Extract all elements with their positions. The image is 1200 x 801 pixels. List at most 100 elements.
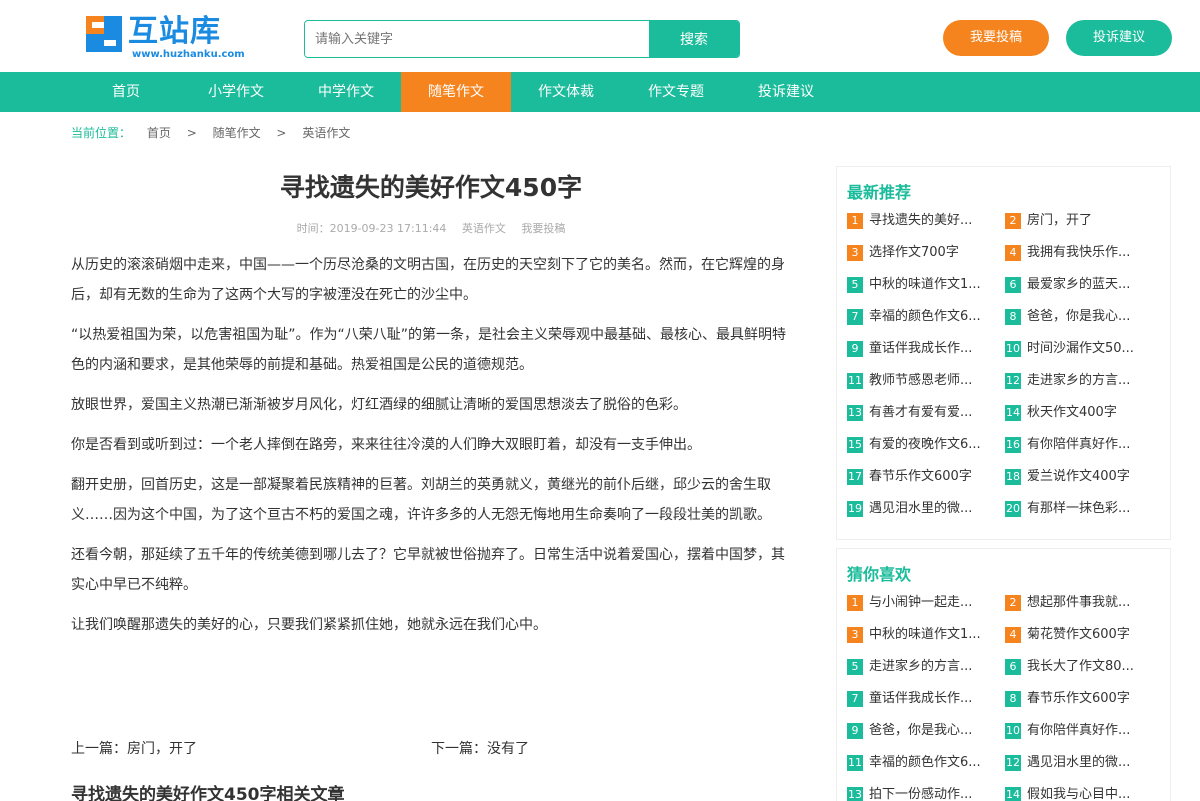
latest-recommend-item[interactable]: 6 最爱家乡的蓝天... <box>1005 273 1160 293</box>
nav-item-middle[interactable]: 中学作文 <box>291 72 401 112</box>
latest-recommend-item[interactable]: 9 童话伴我成长作... <box>847 337 1002 357</box>
latest-recommend-item-label: 幸福的颜色作文6... <box>869 309 981 324</box>
search-button[interactable]: 搜索 <box>649 21 739 57</box>
latest-recommend-item[interactable]: 3 选择作文700字 <box>847 241 1002 261</box>
complain-button[interactable]: 投诉建议 <box>1066 20 1172 56</box>
guess-you-like-item[interactable]: 7 童话伴我成长作... <box>847 687 1002 707</box>
guess-you-like-item[interactable]: 3 中秋的味道作文1... <box>847 623 1002 643</box>
guess-you-like-item-label: 我长大了作文80... <box>1027 659 1134 674</box>
latest-recommend-item[interactable]: 12 走进家乡的方言... <box>1005 369 1160 389</box>
breadcrumb-subcategory[interactable]: 英语作文 <box>302 126 350 140</box>
latest-recommend-item[interactable]: 11 教师节感恩老师... <box>847 369 1002 389</box>
guess-you-like-item-label: 有你陪伴真好作... <box>1027 723 1131 738</box>
nav-item-genre[interactable]: 作文体裁 <box>511 72 621 112</box>
latest-recommend-item-label: 教师节感恩老师... <box>869 373 973 388</box>
guess-you-like-item[interactable]: 5 走进家乡的方言... <box>847 655 1002 675</box>
article-paragraph: 还看今朝，那延续了五千年的传统美德到哪儿去了？它早就被世俗抛弃了。日常生活中说着… <box>71 547 785 593</box>
rank-number-badge: 6 <box>1005 276 1021 293</box>
article-paragraph: 让我们唤醒那遗失的美好的心，只要我们紧紧抓住她，她就永远在我们心中。 <box>71 617 547 633</box>
breadcrumb: 当前位置： 首页 > 随笔作文 > 英语作文 <box>71 124 362 141</box>
guess-you-like-item[interactable]: 2 想起那件事我就... <box>1005 591 1160 611</box>
rank-number-badge: 3 <box>847 244 863 261</box>
guess-you-like-item[interactable]: 11 幸福的颜色作文6... <box>847 751 1002 771</box>
article-category-link[interactable]: 英语作文 <box>462 222 506 235</box>
rank-number-badge: 8 <box>1005 308 1021 325</box>
article-paragraph: 你是否看到或听到过：一个老人摔倒在路旁，来来往往冷漠的人们睁大双眼盯着，却没有一… <box>71 437 701 453</box>
rank-number-badge: 14 <box>1005 786 1021 801</box>
guess-you-like-item-label: 中秋的味道作文1... <box>869 627 981 642</box>
rank-number-badge: 4 <box>1005 244 1021 261</box>
latest-recommend-item[interactable]: 10 时间沙漏作文50... <box>1005 337 1160 357</box>
search-input[interactable] <box>305 21 649 57</box>
breadcrumb-separator: > <box>276 126 287 140</box>
guess-you-like-item[interactable]: 14 假如我与心目中... <box>1005 783 1160 801</box>
rank-number-badge: 8 <box>1005 690 1021 707</box>
latest-recommend-item[interactable]: 7 幸福的颜色作文6... <box>847 305 1002 325</box>
nav-item-topic[interactable]: 作文专题 <box>621 72 731 112</box>
guess-you-like-item-label: 爸爸，你是我心... <box>869 723 973 738</box>
rank-number-badge: 10 <box>1005 722 1021 739</box>
guess-you-like-item[interactable]: 8 春节乐作文600字 <box>1005 687 1160 707</box>
latest-recommend-item-label: 房门，开了 <box>1027 213 1093 228</box>
latest-recommend-item-label: 时间沙漏作文50... <box>1027 341 1134 356</box>
guess-you-like-item-label: 走进家乡的方言... <box>869 659 973 674</box>
article-paragraph: 从历史的滚滚硝烟中走来，中国——一个历尽沧桑的文明古国，在历史的天空刻下了它的美… <box>71 257 785 303</box>
latest-recommend-item-label: 有你陪伴真好作... <box>1027 437 1131 452</box>
guess-you-like-item[interactable]: 10 有你陪伴真好作... <box>1005 719 1160 739</box>
latest-recommend-title: 最新推荐 <box>847 183 912 202</box>
search-bar: 搜索 <box>304 20 740 58</box>
breadcrumb-home[interactable]: 首页 <box>147 126 171 140</box>
guess-you-like-item[interactable]: 13 拍下一份感动作... <box>847 783 1002 801</box>
rank-number-badge: 14 <box>1005 404 1021 421</box>
latest-recommend-item[interactable]: 5 中秋的味道作文1... <box>847 273 1002 293</box>
latest-recommend-item[interactable]: 2 房门，开了 <box>1005 209 1160 229</box>
article-submit-link[interactable]: 我要投稿 <box>521 222 565 235</box>
prev-next-nav: 上一篇：房门，开了 下一篇：没有了 <box>71 738 791 758</box>
guess-you-like-item[interactable]: 9 爸爸，你是我心... <box>847 719 1002 739</box>
latest-recommend-box: 最新推荐 1 寻找遗失的美好... 2 房门，开了 3 选择作文700字 4 我拥有我快乐作.… <box>836 166 1171 540</box>
article-title: 寻找遗失的美好作文450字 <box>279 173 583 202</box>
nav-item-complain[interactable]: 投诉建议 <box>731 72 841 112</box>
guess-you-like-item[interactable]: 4 菊花赞作文600字 <box>1005 623 1160 643</box>
latest-recommend-item[interactable]: 17 春节乐作文600字 <box>847 465 1002 485</box>
latest-recommend-item[interactable]: 1 寻找遗失的美好... <box>847 209 1002 229</box>
latest-recommend-item-label: 有爱的夜晚作文6... <box>869 437 981 452</box>
rank-number-badge: 7 <box>847 690 863 707</box>
guess-you-like-item[interactable]: 1 与小闹钟一起走... <box>847 591 1002 611</box>
nav-item-essay[interactable]: 随笔作文 <box>401 72 511 112</box>
rank-number-badge: 3 <box>847 626 863 643</box>
article-body: 从历史的滚滚硝烟中走来，中国——一个历尽沧桑的文明古国，在历史的天空刻下了它的美… <box>71 250 796 650</box>
next-article-link[interactable]: 下一篇：没有了 <box>431 738 529 758</box>
latest-recommend-item[interactable]: 14 秋天作文400字 <box>1005 401 1160 421</box>
site-header: 互站库 www.huzhanku.com 搜索 我要投稿 投诉建议 <box>0 0 1200 72</box>
latest-recommend-item[interactable]: 13 有善才有爱有爱... <box>847 401 1002 421</box>
latest-recommend-item[interactable]: 8 爸爸，你是我心... <box>1005 305 1160 325</box>
latest-recommend-item-label: 秋天作文400字 <box>1027 405 1117 420</box>
rank-number-badge: 13 <box>847 786 863 801</box>
latest-recommend-item[interactable]: 4 我拥有我快乐作... <box>1005 241 1160 261</box>
latest-recommend-item[interactable]: 16 有你陪伴真好作... <box>1005 433 1160 453</box>
latest-recommend-item[interactable]: 15 有爱的夜晚作文6... <box>847 433 1002 453</box>
article-paragraph: 翻开史册，回首历史，这是一部凝聚着民族精神的巨著。刘胡兰的英勇就义，黄继光的前仆… <box>71 477 771 523</box>
rank-number-badge: 1 <box>847 212 863 229</box>
guess-you-like-item[interactable]: 6 我长大了作文80... <box>1005 655 1160 675</box>
breadcrumb-category[interactable]: 随笔作文 <box>213 126 261 140</box>
site-logo[interactable]: 互站库 www.huzhanku.com <box>84 12 264 62</box>
submit-article-button[interactable]: 我要投稿 <box>943 20 1049 56</box>
latest-recommend-item-label: 爸爸，你是我心... <box>1027 309 1131 324</box>
rank-number-badge: 5 <box>847 276 863 293</box>
latest-recommend-item-label: 有那样一抹色彩... <box>1027 501 1131 516</box>
nav-item-home[interactable]: 首页 <box>71 72 181 112</box>
latest-recommend-item-label: 选择作文700字 <box>869 245 959 260</box>
latest-recommend-item[interactable]: 18 爱兰说作文400字 <box>1005 465 1160 485</box>
latest-recommend-item[interactable]: 19 遇见泪水里的微... <box>847 497 1002 517</box>
latest-recommend-item[interactable]: 20 有那样一抹色彩... <box>1005 497 1160 517</box>
prev-article-link[interactable]: 上一篇：房门，开了 <box>71 741 197 757</box>
article-paragraph: 放眼世界，爱国主义热潮已渐渐被岁月风化，灯红酒绿的细腻让清晰的爱国思想淡去了脱俗… <box>71 397 687 413</box>
nav-item-primary[interactable]: 小学作文 <box>181 72 291 112</box>
rank-number-badge: 9 <box>847 340 863 357</box>
guess-you-like-item-label: 春节乐作文600字 <box>1027 691 1130 706</box>
logo-icon <box>86 16 122 52</box>
guess-you-like-item-label: 幸福的颜色作文6... <box>869 755 981 770</box>
guess-you-like-item[interactable]: 12 遇见泪水里的微... <box>1005 751 1160 771</box>
